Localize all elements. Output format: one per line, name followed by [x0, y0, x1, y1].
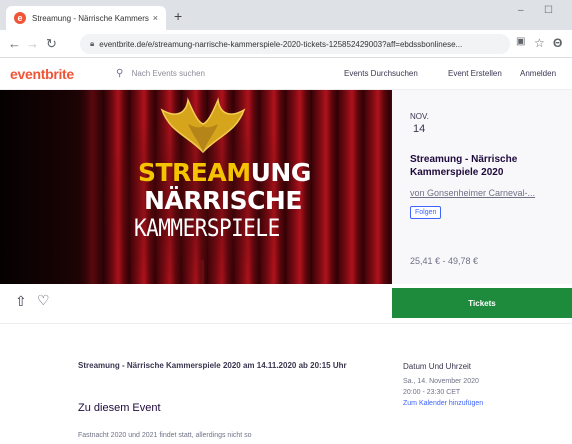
tickets-button[interactable]: Tickets [392, 288, 572, 318]
new-tab-button[interactable]: + [174, 8, 182, 24]
search-icon: ⚲ [116, 68, 124, 79]
event-month: NOV. [410, 112, 429, 121]
hero-title-ung: UNG [250, 158, 312, 187]
price-range: 25,41 € - 49,78 € [410, 256, 479, 266]
browser-tab[interactable]: e Streamung - Närrische Kammers × [6, 6, 166, 30]
url-field[interactable]: 🔒︎ eventbrite.de/e/streamung-narrische-k… [80, 34, 510, 54]
search-input[interactable]: ⚲ Nach Events suchen [116, 68, 205, 79]
lock-icon: 🔒︎ [90, 39, 95, 48]
event-time: 20:00 - 23:30 CET [403, 389, 461, 396]
follow-button[interactable]: Folgen [410, 206, 442, 219]
event-day: 14 [413, 123, 426, 135]
share-icon[interactable]: ⇧ [15, 293, 27, 310]
hero-title-stream: STREAM [138, 158, 251, 187]
about-text: Fastnacht 2020 und 2021 findet statt, al… [78, 432, 252, 439]
event-date: Sa., 14. November 2020 [403, 378, 479, 385]
event-title: Streamung - Närrische Kammerspiele 2020 [410, 154, 518, 178]
minimize-icon[interactable]: – [518, 5, 524, 16]
url-text: eventbrite.de/e/streamung-narrische-kamm… [99, 39, 463, 49]
reload-icon[interactable]: ↻ [46, 36, 57, 52]
about-heading: Zu diesem Event [78, 402, 161, 414]
event-hero-image: STREAMUNG NÄRRISCHE KAMMERSPIELE [0, 90, 392, 284]
datetime-heading: Datum Und Uhrzeit [403, 362, 472, 371]
eventbrite-favicon-icon: e [14, 12, 26, 24]
nav-login[interactable]: Anmelden [520, 69, 556, 78]
stage-glow [200, 260, 204, 284]
site-header: eventbrite ⚲ Nach Events suchen Events D… [0, 58, 572, 90]
translate-icon[interactable]: ▣ [516, 36, 525, 47]
tab-close-icon[interactable]: × [153, 13, 158, 23]
event-summary-panel: NOV. 14 Streamung - Närrische Kammerspie… [392, 90, 572, 284]
maximize-icon[interactable]: ☐ [544, 5, 553, 16]
hero-title-line1: STREAMUNG [138, 158, 311, 187]
nav-create-event[interactable]: Event Erstellen [448, 69, 502, 78]
organizer-link[interactable]: von Gonsenheimer Carneval-... [410, 188, 535, 198]
hero-title-line2: NÄRRISCHE [144, 186, 302, 215]
address-bar-row: ← → ↻ 🔒︎ eventbrite.de/e/streamung-narri… [0, 30, 572, 58]
bookmark-star-icon[interactable]: ☆ [534, 36, 545, 50]
action-bar: ⇧ ♡ Tickets [0, 284, 572, 324]
back-icon[interactable]: ← [8, 36, 21, 51]
search-placeholder: Nach Events suchen [131, 69, 205, 78]
tab-title: Streamung - Närrische Kammers [32, 13, 149, 23]
forward-icon[interactable]: → [26, 36, 39, 51]
heart-icon[interactable]: ♡ [37, 292, 50, 309]
account-icon[interactable]: Θ [553, 36, 562, 50]
nav-browse-events[interactable]: Events Durchsuchen [344, 69, 418, 78]
browser-tab-bar: e Streamung - Närrische Kammers × + – ☐ [0, 0, 572, 30]
add-to-calendar-link[interactable]: Zum Kalender hinzufügen [403, 400, 483, 407]
eventbrite-logo[interactable]: eventbrite [10, 66, 74, 82]
hero-title-line3: KAMMERSPIELE [134, 214, 280, 242]
event-summary-text: Streamung - Närrische Kammerspiele 2020 … [78, 361, 347, 370]
jester-hat-icon [160, 97, 246, 154]
